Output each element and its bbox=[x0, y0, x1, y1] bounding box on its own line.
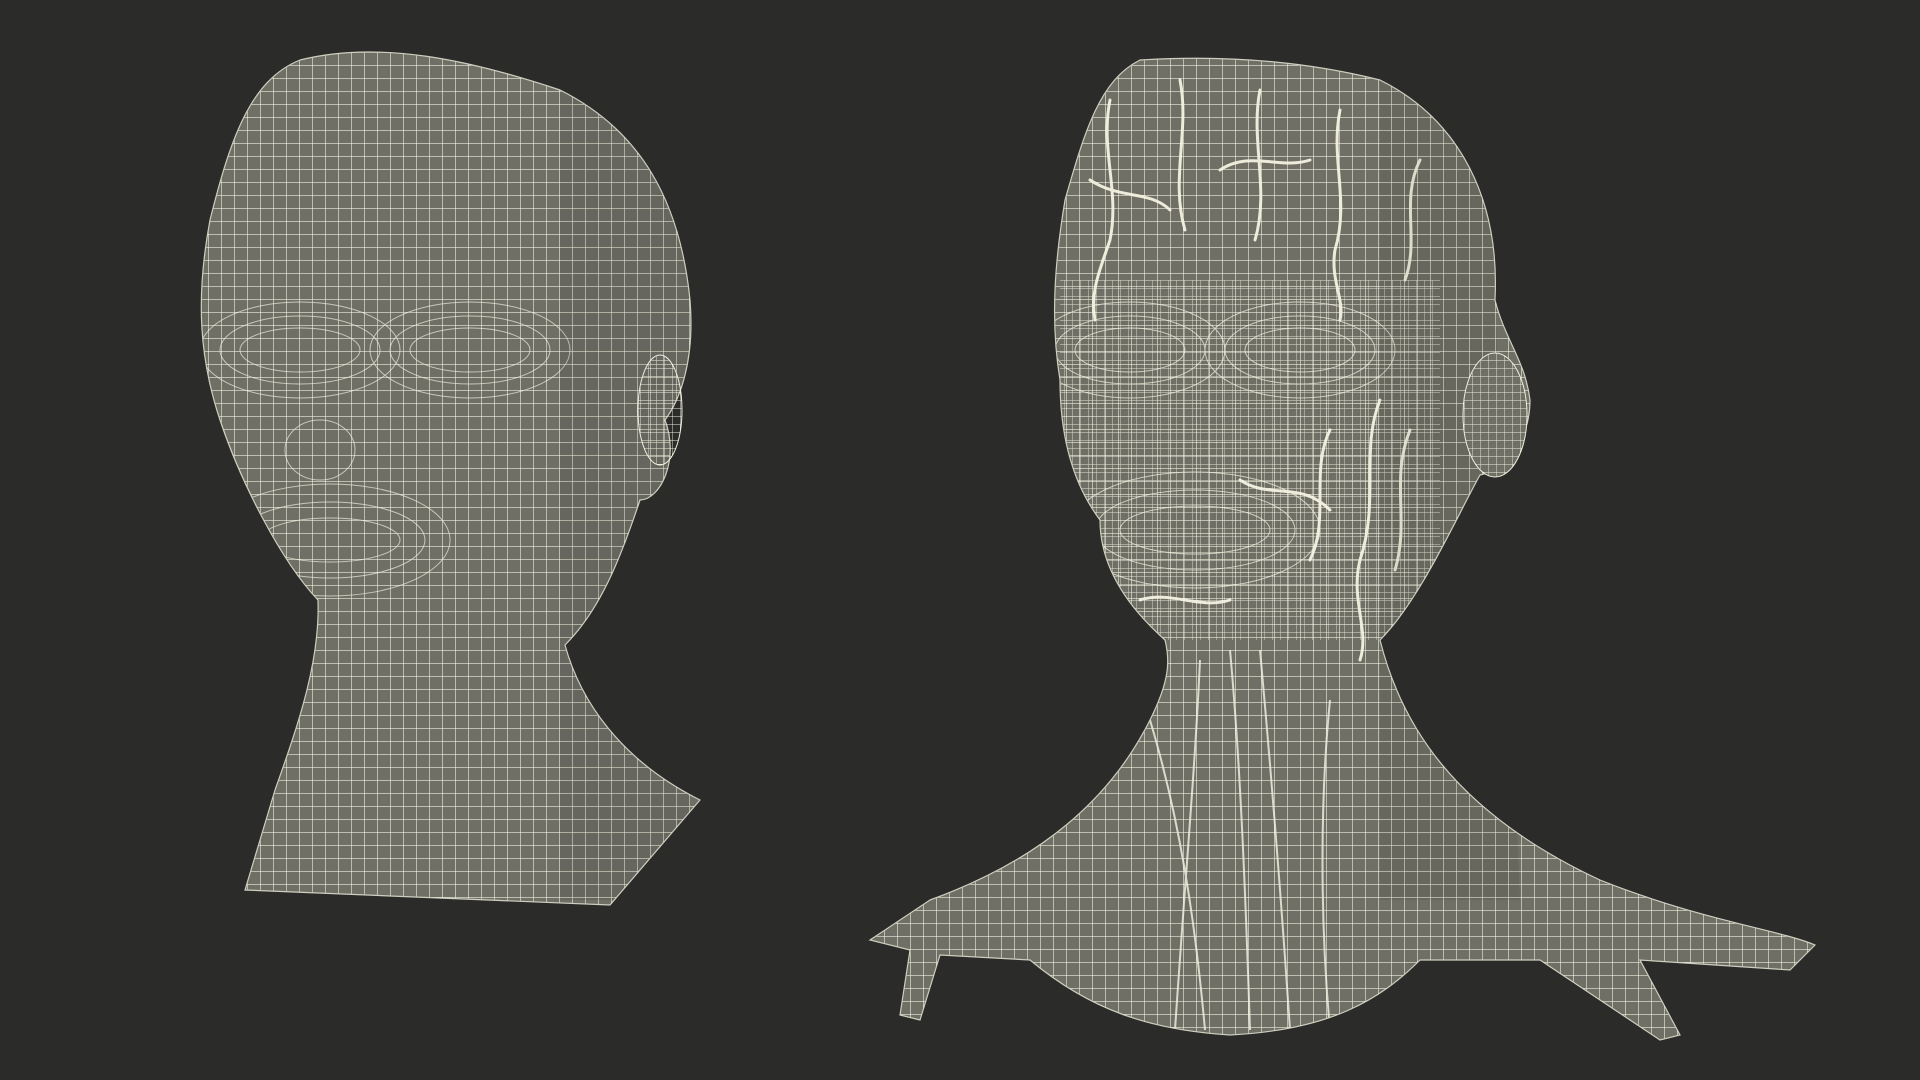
head-wireframe-model bbox=[200, 51, 701, 906]
anatomy-head-neck-wireframe-model bbox=[869, 57, 1816, 1041]
viewport bbox=[200, 51, 1816, 1041]
ear bbox=[637, 354, 683, 466]
